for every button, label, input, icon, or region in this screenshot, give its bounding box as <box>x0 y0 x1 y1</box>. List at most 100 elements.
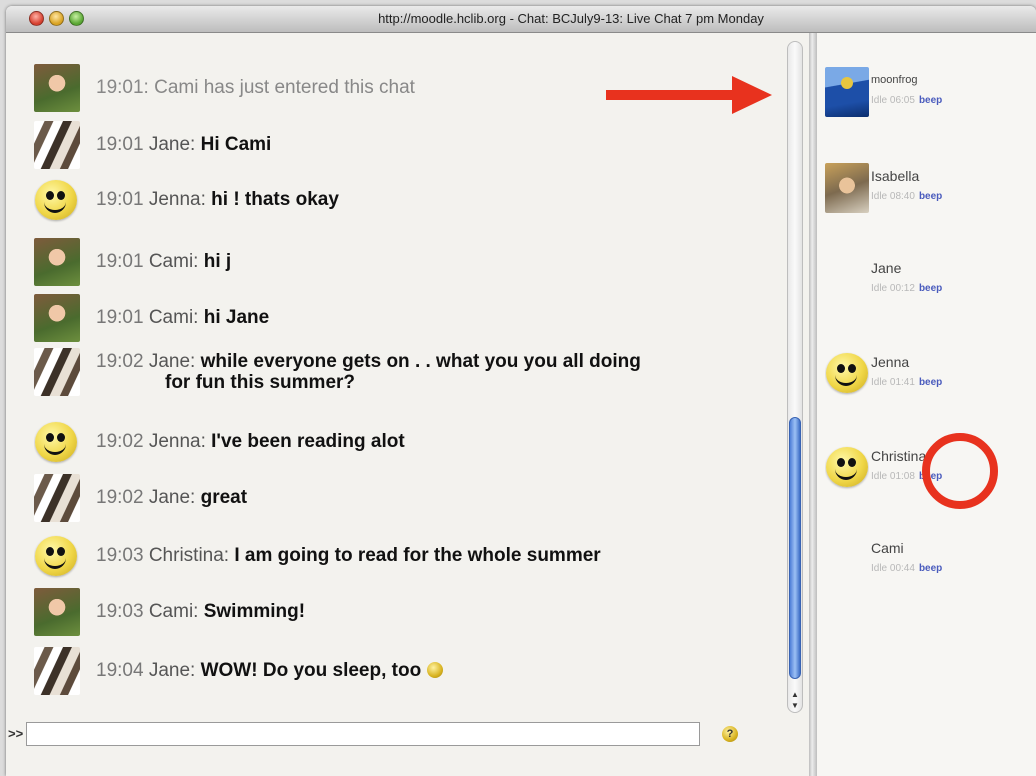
title-bar: http://moodle.hclib.org - Chat: BCJuly9-… <box>6 6 1036 33</box>
message-line: 19:01: Cami has just entered this chat <box>96 77 415 99</box>
help-icon[interactable]: ? <box>722 726 738 742</box>
pane-divider[interactable] <box>809 33 817 776</box>
user-name: Jenna <box>871 354 910 370</box>
idle-time: Idle 08:40 <box>871 191 915 202</box>
user-idle-status: Idle 00:12 beep <box>871 283 942 294</box>
scroll-arrows[interactable]: ▲ ▼ <box>787 689 803 713</box>
message-author: Cami: <box>148 251 204 272</box>
smiley-mouth <box>835 371 857 386</box>
idle-time: Idle 00:12 <box>871 283 915 294</box>
message-time: 19:01 <box>96 251 149 272</box>
chat-message: 19:03 Christina: I am going to read for … <box>34 532 774 582</box>
emoticon-icon <box>427 662 444 678</box>
beep-link[interactable]: beep <box>919 377 942 388</box>
user-list-item: moonfrog Idle 06:05 beep <box>825 67 1025 123</box>
message-text: hi ! thats okay <box>211 189 339 210</box>
user-idle-status: Idle 00:44 beep <box>871 563 942 574</box>
smiley-avatar <box>34 532 80 580</box>
avatar <box>34 121 80 169</box>
message-time: 19:02 <box>96 351 149 372</box>
chat-message: 19:02 Jenna: I've been reading alot <box>34 418 774 468</box>
avatar <box>34 64 80 112</box>
idle-time: Idle 00:44 <box>871 563 915 574</box>
message-text: Hi Cami <box>200 134 272 155</box>
beep-link[interactable]: beep <box>919 95 942 106</box>
message-author: Jane: <box>148 487 201 508</box>
chat-message: 19:01 Jenna: hi ! thats okay <box>34 176 774 226</box>
annotation-circle <box>922 433 998 509</box>
smiley-face-icon <box>35 536 77 576</box>
message-time: 19:01: <box>96 77 155 98</box>
input-prompt: >> <box>8 726 24 741</box>
avatar <box>34 474 80 522</box>
user-name: Jane <box>871 260 902 276</box>
message-author: Cami: <box>148 601 204 622</box>
user-avatar <box>825 443 869 493</box>
user-name: Isabella <box>871 168 920 184</box>
message-time: 19:02 <box>96 487 149 508</box>
message-line: 19:01 Jenna: hi ! thats okay <box>96 189 339 211</box>
message-author: Jane: <box>148 351 201 372</box>
message-author: Jane: <box>148 660 201 681</box>
avatar <box>34 348 80 396</box>
message-author: Jenna: <box>148 431 212 452</box>
minimize-window-button[interactable] <box>49 11 64 26</box>
message-line: 19:01 Jane: Hi Cami <box>96 134 271 156</box>
users-list-pane: moonfrog Idle 06:05 beep Isabella Idle 08:40… <box>817 33 1036 776</box>
user-idle-status: Idle 06:05 beep <box>871 95 942 106</box>
smiley-face-icon <box>35 180 77 220</box>
message-text: I've been reading alot <box>211 431 405 452</box>
message-text: while everyone gets on . . what you you … <box>200 351 641 372</box>
user-idle-status: Idle 01:41 beep <box>871 377 942 388</box>
message-line: 19:03 Christina: I am going to read for … <box>96 545 601 567</box>
chat-message: 19:02 Jane: while everyone gets on . . w… <box>34 348 774 398</box>
message-text-continued: for fun this summer? <box>165 372 356 393</box>
message-input[interactable] <box>26 722 700 746</box>
user-list-item: Cami Idle 00:44 beep <box>825 535 1025 591</box>
messages-scrollbar[interactable] <box>787 41 803 713</box>
chat-message: 19:04 Jane: WOW! Do you sleep, too <box>34 647 774 697</box>
message-text: hi j <box>203 251 232 272</box>
chat-message: 19:02 Jane: great <box>34 474 774 524</box>
user-name: Christina <box>871 448 927 464</box>
user-list-item: Jane Idle 00:12 beep <box>825 255 1025 311</box>
user-avatar <box>825 255 869 305</box>
messages-scrollbar-thumb[interactable] <box>789 417 801 679</box>
user-idle-status: Idle 08:40 beep <box>871 191 942 202</box>
message-line: 19:03 Cami: Swimming! <box>96 601 305 623</box>
beep-link[interactable]: beep <box>919 283 942 294</box>
message-time: 19:02 <box>96 431 149 452</box>
message-time: 19:03 <box>96 545 149 566</box>
scroll-up-icon[interactable]: ▲ <box>787 689 803 700</box>
smiley-avatar <box>34 176 80 224</box>
avatar <box>34 647 80 695</box>
message-text: great <box>200 487 248 508</box>
chat-window: http://moodle.hclib.org - Chat: BCJuly9-… <box>6 6 1036 776</box>
message-text: Swimming! <box>203 601 306 622</box>
message-line: 19:01 Cami: hi Jane <box>96 307 269 329</box>
smiley-face-icon <box>35 422 77 462</box>
user-name: moonfrog <box>871 74 918 86</box>
message-text: hi Jane <box>203 307 270 328</box>
avatar <box>34 238 80 286</box>
scroll-down-icon[interactable]: ▼ <box>787 700 803 711</box>
smiley-mouth <box>44 554 66 569</box>
message-author: Jenna: <box>148 189 212 210</box>
user-avatar <box>825 535 869 585</box>
message-line: 19:01 Cami: hi j <box>96 251 231 273</box>
message-input-row: >> <box>8 719 728 749</box>
avatar <box>34 588 80 636</box>
close-window-button[interactable] <box>29 11 44 26</box>
avatar <box>34 294 80 342</box>
idle-time: Idle 06:05 <box>871 95 915 106</box>
chat-message: 19:01 Cami: hi j <box>34 238 774 288</box>
zoom-window-button[interactable] <box>69 11 84 26</box>
chat-message: 19:03 Cami: Swimming! <box>34 588 774 638</box>
message-line: 19:04 Jane: WOW! Do you sleep, too <box>96 660 444 682</box>
message-author: Cami: <box>148 307 204 328</box>
message-author: Jane: <box>148 134 201 155</box>
beep-link[interactable]: beep <box>919 563 942 574</box>
message-line: 19:02 Jane: while everyone gets on . . w… <box>96 351 756 393</box>
chat-messages-pane: 19:01: Cami has just entered this chat 19… <box>6 33 809 776</box>
beep-link[interactable]: beep <box>919 191 942 202</box>
